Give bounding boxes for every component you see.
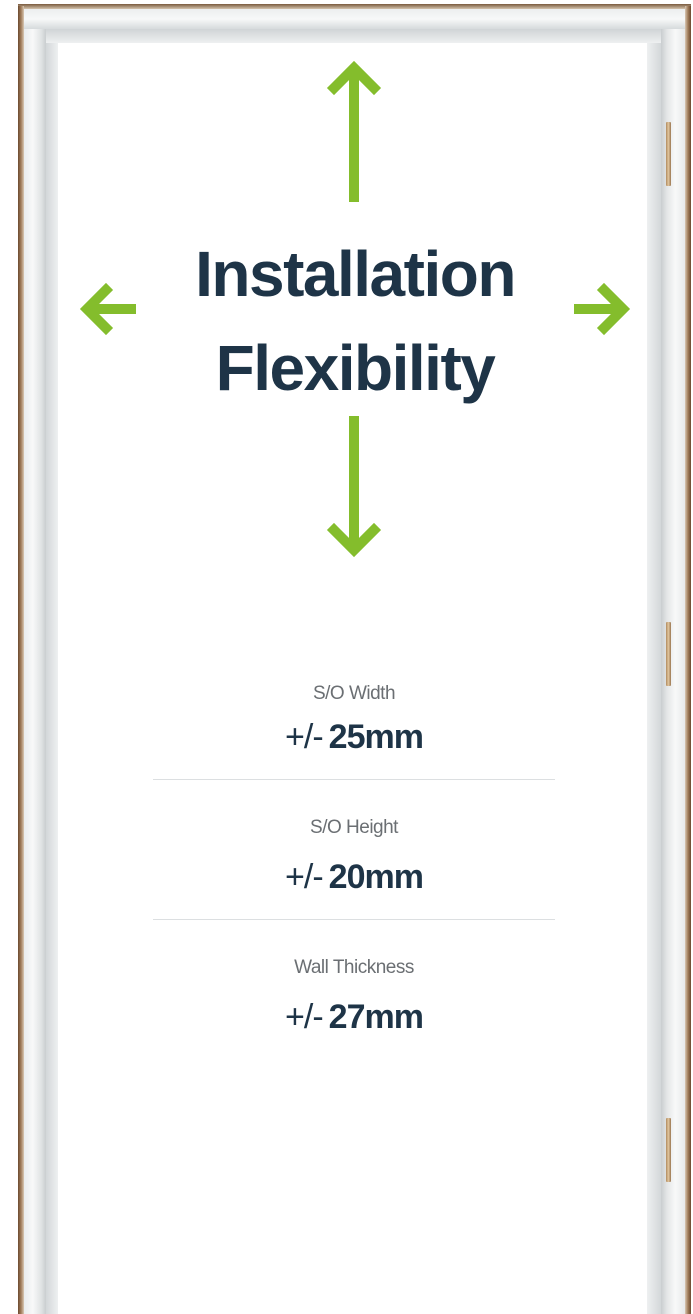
spec-wall-label: Wall Thickness bbox=[294, 957, 414, 978]
frame-stop-left bbox=[46, 29, 58, 1314]
arrow-down-icon bbox=[326, 416, 382, 558]
spec-divider-2 bbox=[153, 919, 555, 920]
title-line-2: Flexibility bbox=[215, 332, 496, 404]
spec-height-label: S/O Height bbox=[310, 817, 398, 838]
spec-width-value: +/- 25mm bbox=[153, 720, 555, 754]
frame-head bbox=[24, 9, 685, 29]
title-line-1: Installation bbox=[195, 238, 516, 310]
spec-wall-number: 27mm bbox=[328, 998, 424, 1036]
hinge-top bbox=[666, 122, 671, 186]
hinge-bottom bbox=[666, 1118, 671, 1182]
spec-height-number: 20mm bbox=[328, 858, 424, 896]
frame-stop-right bbox=[647, 29, 661, 1314]
spec-width-number: 25mm bbox=[328, 718, 424, 756]
frame-stop-top bbox=[46, 29, 661, 43]
frame-architrave-right bbox=[685, 6, 691, 1314]
spec-height-tolerance: +/- bbox=[285, 858, 324, 896]
spec-width-tolerance: +/- bbox=[285, 718, 324, 756]
hinge-middle bbox=[666, 622, 671, 686]
frame-jamb-left bbox=[24, 9, 46, 1314]
spec-wall-value: +/- 27mm bbox=[153, 1000, 555, 1034]
spec-height-value: +/- 20mm bbox=[153, 860, 555, 894]
spec-width-label: S/O Width bbox=[312, 683, 396, 704]
frame-jamb-right bbox=[661, 9, 685, 1314]
spec-wall-tolerance: +/- bbox=[285, 998, 324, 1036]
spec-divider-1 bbox=[153, 779, 555, 780]
arrow-up-icon bbox=[326, 60, 382, 202]
